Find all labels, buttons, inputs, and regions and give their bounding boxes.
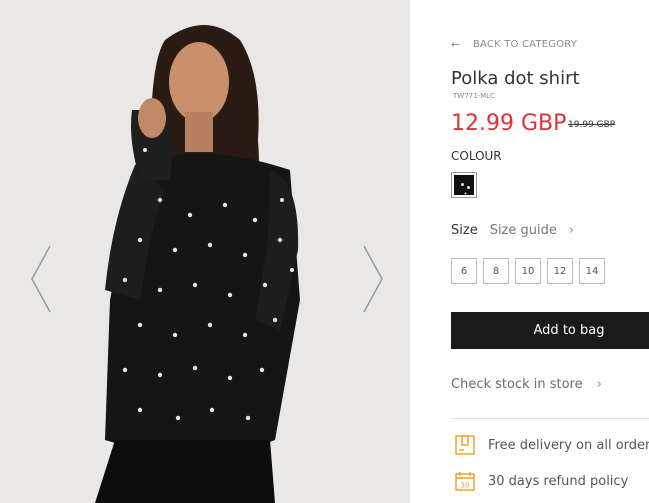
size-guide-link[interactable]: Size guide › bbox=[490, 223, 574, 238]
chevron-left-icon bbox=[31, 245, 51, 313]
chevron-right-icon: › bbox=[596, 377, 602, 392]
current-price: 12.99 GBP bbox=[451, 111, 567, 136]
calendar-30-icon: 30 bbox=[455, 472, 475, 491]
model-image bbox=[95, 25, 300, 503]
chevron-right-icon: › bbox=[568, 223, 575, 238]
chevron-right-icon bbox=[363, 245, 383, 313]
colour-swatch-black[interactable] bbox=[451, 172, 477, 198]
swatch-fill bbox=[454, 175, 474, 195]
size-options: 6 8 10 12 14 bbox=[451, 258, 605, 284]
free-delivery-info: Free delivery on all orders bbox=[454, 434, 649, 456]
product-details-panel: ← BACK TO CATEGORY Polka dot shirt TW771… bbox=[410, 0, 649, 503]
size-option-8[interactable]: 8 bbox=[483, 258, 509, 284]
back-to-category-label: BACK TO CATEGORY bbox=[473, 39, 578, 50]
size-option-14[interactable]: 14 bbox=[579, 258, 605, 284]
back-to-category-link[interactable]: ← BACK TO CATEGORY bbox=[451, 38, 577, 51]
old-price: 19.99 GBP bbox=[568, 120, 616, 130]
free-delivery-text: Free delivery on all orders bbox=[488, 437, 649, 453]
check-stock-link[interactable]: Check stock in store › bbox=[451, 377, 602, 392]
gallery-next-button[interactable] bbox=[360, 244, 386, 314]
size-label: Size bbox=[451, 223, 478, 238]
size-row: Size Size guide › bbox=[451, 223, 574, 238]
gallery-prev-button[interactable] bbox=[28, 244, 54, 314]
size-option-10[interactable]: 10 bbox=[515, 258, 541, 284]
delivery-box-icon bbox=[455, 435, 475, 455]
add-to-bag-button[interactable]: Add to bag bbox=[451, 312, 649, 349]
product-sku: TW771-MLC bbox=[453, 92, 495, 100]
refund-policy-info: 30 30 days refund policy bbox=[454, 470, 628, 492]
size-option-6[interactable]: 6 bbox=[451, 258, 477, 284]
size-option-12[interactable]: 12 bbox=[547, 258, 573, 284]
arrow-left-icon: ← bbox=[451, 38, 461, 51]
svg-text:30: 30 bbox=[461, 482, 470, 490]
size-guide-label: Size guide bbox=[489, 223, 557, 238]
product-photo bbox=[0, 0, 410, 503]
colour-label: COLOUR bbox=[451, 149, 502, 163]
refund-policy-text: 30 days refund policy bbox=[488, 473, 629, 489]
divider bbox=[451, 418, 649, 419]
product-title: Polka dot shirt bbox=[451, 68, 580, 89]
check-stock-label: Check stock in store bbox=[451, 377, 583, 392]
